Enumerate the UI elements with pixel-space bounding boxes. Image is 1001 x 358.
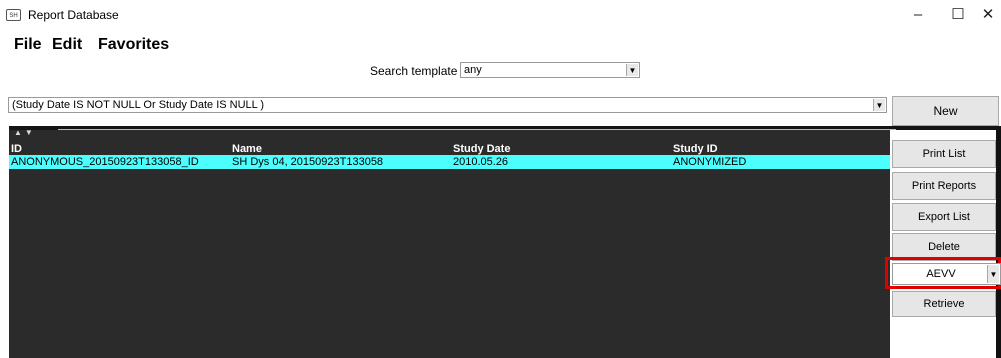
chevron-down-icon[interactable]: ▼ [626,64,638,76]
query-select[interactable]: (Study Date IS NOT NULL Or Study Date IS… [8,97,887,113]
table-cell-study-date: 2010.05.26 [453,156,509,168]
node-select-value: AEVV [926,268,956,280]
search-template-select[interactable]: any ▼ [460,62,640,78]
chevron-down-icon[interactable]: ▼ [873,99,885,111]
close-button[interactable]: ✕ [968,0,1001,30]
menu-file[interactable]: File [14,36,42,54]
table-cell-id: ANONYMOUS_20150923T133058_ID [11,156,199,168]
app-icon: SH [6,9,21,21]
export-list-button[interactable]: Export List [892,203,996,231]
table-cell-study-id: ANONYMIZED [673,156,747,168]
search-template-label: Search template [370,64,458,78]
menu-favorites[interactable]: Favorites [98,36,169,54]
title-bar [0,0,1001,32]
table-cell-name: SH Dys 04, 20150923T133058 [232,156,384,168]
menu-edit[interactable]: Edit [52,36,82,54]
window-title: Report Database [28,8,119,22]
query-value: (Study Date IS NOT NULL Or Study Date IS… [12,99,265,111]
column-header-study-id[interactable]: Study ID [673,143,718,155]
print-list-button[interactable]: Print List [892,140,996,168]
retrieve-button[interactable]: Retrieve [892,291,996,317]
panel-edge [996,130,1001,358]
minimize-button[interactable]: – [898,0,938,30]
sort-arrows-icon[interactable]: ▲▼ [14,128,36,137]
node-select[interactable]: AEVV ▼ [892,263,1001,285]
column-header-study-date[interactable]: Study Date [453,143,510,155]
chevron-down-icon[interactable]: ▼ [987,265,999,283]
column-header-id[interactable]: ID [11,143,22,155]
column-header-name[interactable]: Name [232,143,262,155]
new-button[interactable]: New [892,96,999,126]
table-divider [58,129,896,130]
print-reports-button[interactable]: Print Reports [892,172,996,200]
search-template-value: any [464,64,482,76]
